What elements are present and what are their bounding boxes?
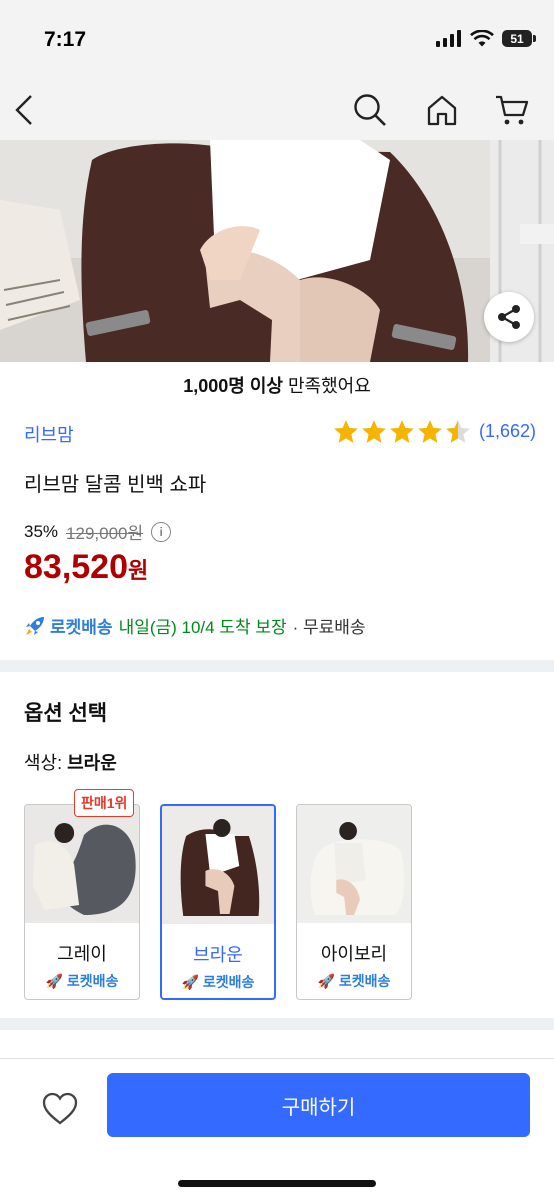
buy-button[interactable]: 구매하기 <box>107 1073 530 1137</box>
satisfaction-count: 1,000명 이상 <box>183 376 283 396</box>
ivory-thumbnail <box>297 805 411 923</box>
price-value: 83,520 <box>24 548 128 586</box>
price-unit: 원 <box>128 558 149 583</box>
cart-icon <box>496 95 529 125</box>
rating[interactable]: (1,662) <box>333 419 536 444</box>
brand-link[interactable]: 리브맘 <box>24 421 74 447</box>
satisfaction-banner: 1,000명 이상 만족했어요 <box>0 372 554 398</box>
wishlist-button[interactable] <box>38 1087 82 1131</box>
option-rocket: 🚀 로켓배송 <box>45 973 119 989</box>
rating-count: (1,662) <box>478 421 536 441</box>
signal-icon <box>436 30 461 47</box>
section-divider <box>0 1018 554 1030</box>
option-section-title: 옵션 선택 <box>24 702 108 725</box>
gray-thumbnail <box>25 805 139 923</box>
option-rocket: 🚀 로켓배송 <box>317 973 391 989</box>
product-title: 리브맘 달콤 빈백 쇼파 <box>24 474 207 496</box>
section-divider <box>0 660 554 672</box>
color-option-brown[interactable]: 브라운 🚀 로켓배송 <box>160 804 276 1000</box>
product-photo <box>0 140 554 362</box>
best-seller-badge: 판매1위 <box>74 789 135 817</box>
wifi-icon <box>470 30 494 47</box>
half-star-icon <box>446 420 470 443</box>
info-icon[interactable]: i <box>151 521 172 542</box>
free-shipping: · 무료배송 <box>292 618 366 637</box>
search-icon <box>354 94 386 126</box>
status-bar: 7:17 51 <box>0 0 554 82</box>
selected-color-label: 색상: 브라운 <box>24 749 117 775</box>
color-option-ivory[interactable]: 아이보리 🚀 로켓배송 <box>296 804 412 1000</box>
original-price: 129,000원 <box>66 524 144 543</box>
star-icon <box>418 420 442 443</box>
star-icon <box>390 420 414 443</box>
product-image[interactable] <box>0 140 554 362</box>
discount-row: 35% 129,000원 i <box>24 519 172 544</box>
cart-button[interactable] <box>488 86 536 134</box>
discount-rate: 35% <box>24 521 59 541</box>
star-icon <box>362 420 386 443</box>
option-rocket: 🚀 로켓배송 <box>181 974 255 990</box>
delivery-info: 로켓배송 내일(금) 10/4 도착 보장 · 무료배송 <box>24 613 366 638</box>
color-option-gray[interactable]: 그레이 🚀 로켓배송 <box>24 804 140 1000</box>
brown-thumbnail <box>162 806 274 924</box>
satisfaction-text: 만족했어요 <box>282 376 371 396</box>
sale-price: 83,520원 <box>24 548 148 587</box>
chevron-left-icon <box>15 95 32 125</box>
rocket-delivery-label: 로켓배송 <box>50 618 113 637</box>
home-button[interactable] <box>418 86 466 134</box>
battery-icon: 51 <box>502 30 536 47</box>
back-button[interactable] <box>0 86 48 134</box>
top-nav <box>0 82 554 140</box>
share-button[interactable] <box>484 292 534 342</box>
home-icon <box>427 95 457 126</box>
search-button[interactable] <box>346 86 394 134</box>
star-icon <box>334 420 358 443</box>
rocket-icon <box>26 616 44 635</box>
heart-icon <box>42 1092 78 1125</box>
bottom-action-bar: 구매하기 <box>0 1058 554 1201</box>
selected-color: 브라운 <box>67 753 117 773</box>
option-name: 브라운 <box>193 945 243 965</box>
share-icon <box>498 305 520 329</box>
status-time: 7:17 <box>44 28 87 51</box>
home-indicator <box>178 1180 376 1187</box>
status-icons: 51 <box>436 30 536 47</box>
option-name: 그레이 <box>57 944 107 964</box>
option-name: 아이보리 <box>320 944 388 964</box>
color-prefix: 색상: <box>24 753 68 773</box>
arrival-date: 내일(금) 10/4 도착 보장 <box>118 618 287 637</box>
